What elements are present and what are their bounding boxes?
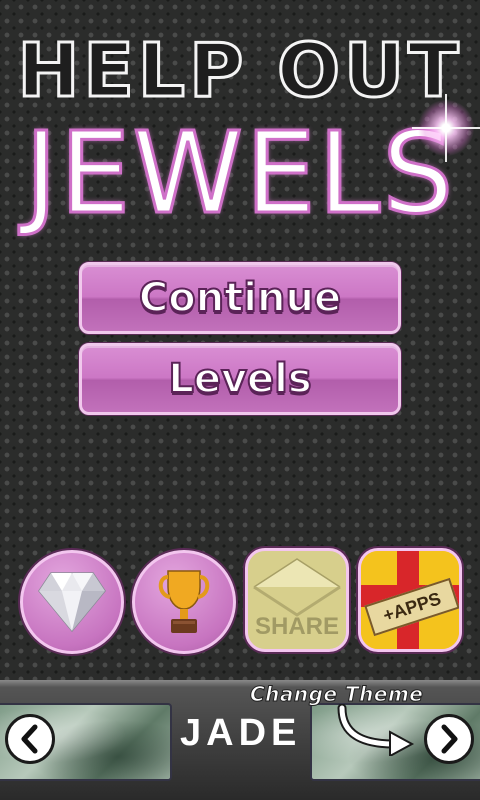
share-label: SHARE xyxy=(254,613,339,640)
levels-button[interactable]: Levels xyxy=(79,343,401,415)
share-button[interactable]: SHARE xyxy=(245,548,349,652)
current-theme-name: JADE xyxy=(180,712,302,754)
sparkle-effect xyxy=(412,94,480,162)
title-help-out: HELP OUT xyxy=(16,28,463,114)
next-theme-button[interactable] xyxy=(424,714,474,764)
curved-arrow-icon xyxy=(337,704,415,756)
trophy-icon xyxy=(158,570,210,633)
change-theme-label: Change Theme xyxy=(250,682,424,707)
chevron-right-icon xyxy=(441,724,458,754)
continue-button[interactable]: Continue xyxy=(79,262,401,334)
title-jewels: JEWELS xyxy=(23,109,456,239)
previous-theme-button[interactable] xyxy=(5,714,55,764)
more-apps-button[interactable]: +APPS xyxy=(358,548,462,652)
continue-button-label: Continue xyxy=(138,274,342,322)
trophy-button[interactable] xyxy=(132,550,236,654)
levels-button-label: Levels xyxy=(167,355,312,403)
diamond-button[interactable] xyxy=(20,550,124,654)
diamond-icon xyxy=(38,572,106,633)
chevron-left-icon xyxy=(21,724,38,754)
